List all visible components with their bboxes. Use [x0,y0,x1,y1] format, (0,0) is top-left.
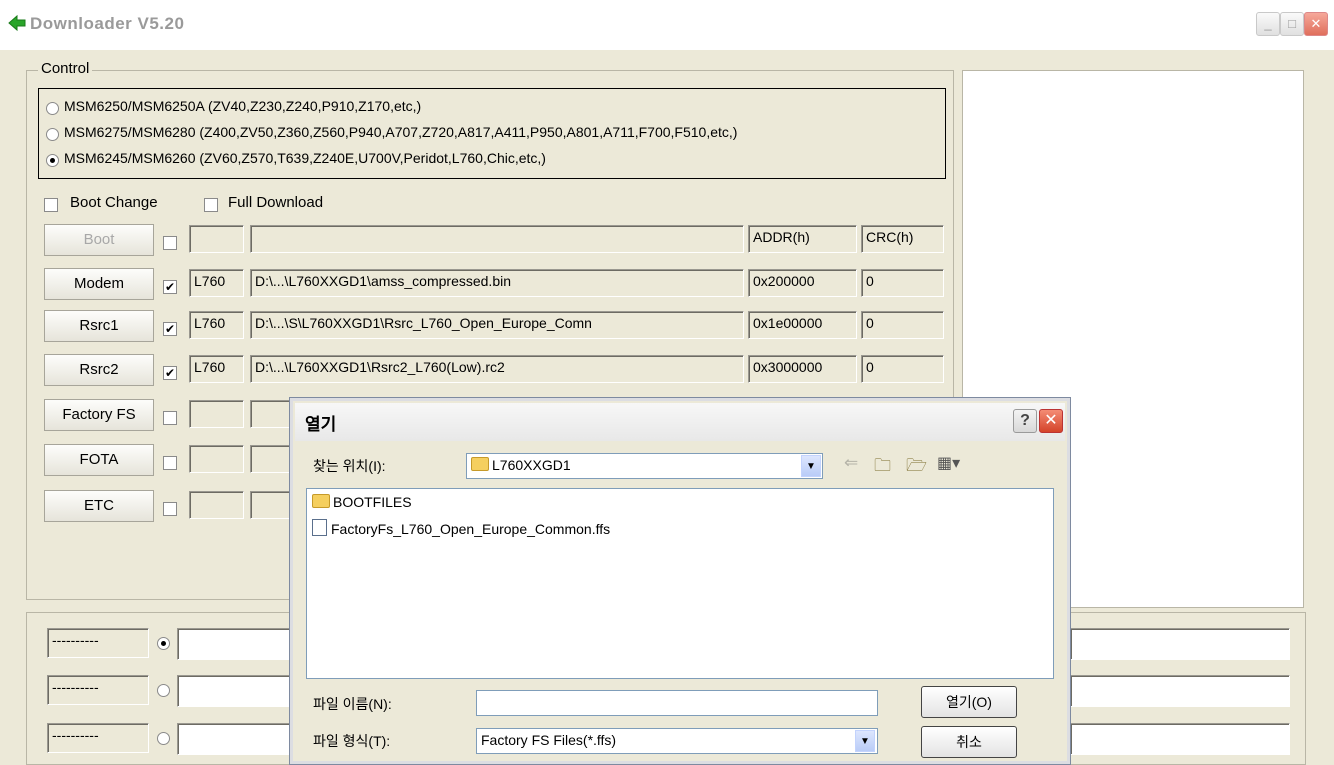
boot-path-field [250,225,744,253]
chipset-radio-2[interactable] [46,154,59,167]
file-name: BOOTFILES [333,494,412,510]
close-icon[interactable]: ✕ [1039,409,1063,433]
port-status-1 [177,675,297,707]
boot-change-checkbox[interactable] [44,198,58,212]
window-title: Downloader V5.20 [30,14,185,33]
chevron-down-icon[interactable]: ▼ [801,455,821,477]
factory-fs-model-field [189,400,244,428]
list-item-folder[interactable]: BOOTFILES [312,494,412,510]
chipset-radio-0[interactable] [46,102,59,115]
fota-model-field [189,445,244,473]
port-radio-0[interactable] [157,637,170,650]
port-label-2: ---------- [47,723,149,753]
modem-path-field: D:\...\L760XXGD1\amss_compressed.bin [250,269,744,297]
rsrc1-path-field: D:\...\S\L760XXGD1\Rsrc_L760_Open_Europe… [250,311,744,339]
maximize-icon[interactable]: □ [1280,12,1304,36]
rsrc2-crc-field: 0 [861,355,944,383]
fota-path-field [250,445,290,473]
folder-icon [471,457,489,471]
look-in-label: 찾는 위치(I): [313,458,386,474]
close-icon[interactable]: ✕ [1304,12,1328,36]
port-label-0: ---------- [47,628,149,658]
port-status-1-right [1070,675,1290,707]
rsrc1-button[interactable]: Rsrc1 [44,310,154,342]
modem-crc-field: 0 [861,269,944,297]
filetype-combo[interactable]: Factory FS Files(*.ffs) [476,728,878,754]
boot-model-field [189,225,244,253]
crc-header: CRC(h) [861,225,944,253]
look-in-value: L760XXGD1 [492,457,571,473]
folder-icon [312,494,330,508]
file-icon [312,519,327,536]
boot-checkbox[interactable] [163,236,177,250]
rsrc2-model-field: L760 [189,355,244,383]
open-button[interactable]: 열기(O) [921,686,1017,718]
new-folder-icon[interactable]: 🗁 [906,453,927,482]
port-status-0-right [1070,628,1290,660]
chipset-label-2: MSM6245/MSM6260 (ZV60,Z570,T639,Z240E,U7… [64,150,546,166]
etc-model-field [189,491,244,519]
rsrc1-checkbox[interactable]: ✔ [163,322,177,336]
arrow-left-icon [8,14,26,32]
port-status-0 [177,628,297,660]
etc-button[interactable]: ETC [44,490,154,522]
control-group-label: Control [38,60,93,77]
full-download-checkbox[interactable] [204,198,218,212]
dialog-title-bar [295,403,1065,441]
title-bar [0,0,1334,50]
etc-checkbox[interactable] [163,502,177,516]
factory-fs-checkbox[interactable] [163,411,177,425]
boot-change-label: Boot Change [70,194,158,211]
factory-fs-button[interactable]: Factory FS [44,399,154,431]
port-label-1: ---------- [47,675,149,705]
port-radio-2[interactable] [157,732,170,745]
etc-path-field [250,491,290,519]
back-icon[interactable]: ⇐ [844,453,858,473]
fota-button[interactable]: FOTA [44,444,154,476]
rsrc2-checkbox[interactable]: ✔ [163,366,177,380]
chipset-radio-1[interactable] [46,128,59,141]
rsrc2-path-field: D:\...\L760XXGD1\Rsrc2_L760(Low).rc2 [250,355,744,383]
full-download-label: Full Download [228,194,324,211]
up-folder-icon[interactable]: 🗀 [874,453,891,482]
filename-label: 파일 이름(N): [313,696,392,712]
rsrc2-button[interactable]: Rsrc2 [44,354,154,386]
modem-button[interactable]: Modem [44,268,154,300]
addr-header: ADDR(h) [748,225,857,253]
modem-model-field: L760 [189,269,244,297]
port-radio-1[interactable] [157,684,170,697]
filename-input[interactable] [476,690,878,716]
modem-checkbox[interactable]: ✔ [163,280,177,294]
filetype-label: 파일 형식(T): [313,733,391,749]
chipset-label-1: MSM6275/MSM6280 (Z400,ZV50,Z360,Z560,P94… [64,124,738,140]
rsrc1-addr-field: 0x1e00000 [748,311,857,339]
modem-addr-field: 0x200000 [748,269,857,297]
rsrc1-model-field: L760 [189,311,244,339]
look-in-combo[interactable]: L760XXGD1 [466,453,823,479]
factory-fs-path-field [250,400,290,428]
fota-checkbox[interactable] [163,456,177,470]
file-list[interactable] [306,488,1054,679]
chipset-label-0: MSM6250/MSM6250A (ZV40,Z230,Z240,P910,Z1… [64,98,422,114]
port-status-2 [177,723,297,755]
file-name: FactoryFs_L760_Open_Europe_Common.ffs [331,521,611,537]
help-icon[interactable]: ? [1013,409,1037,433]
view-menu-icon[interactable]: ▦▾ [937,453,960,473]
dialog-title: 열기 [305,415,337,434]
chevron-down-icon[interactable]: ▼ [855,730,875,752]
port-status-2-right [1070,723,1290,755]
list-item-file[interactable]: FactoryFs_L760_Open_Europe_Common.ffs [312,519,610,537]
rsrc1-crc-field: 0 [861,311,944,339]
minimize-icon[interactable]: _ [1256,12,1280,36]
rsrc2-addr-field: 0x3000000 [748,355,857,383]
boot-button[interactable]: Boot [44,224,154,256]
cancel-button[interactable]: 취소 [921,726,1017,758]
